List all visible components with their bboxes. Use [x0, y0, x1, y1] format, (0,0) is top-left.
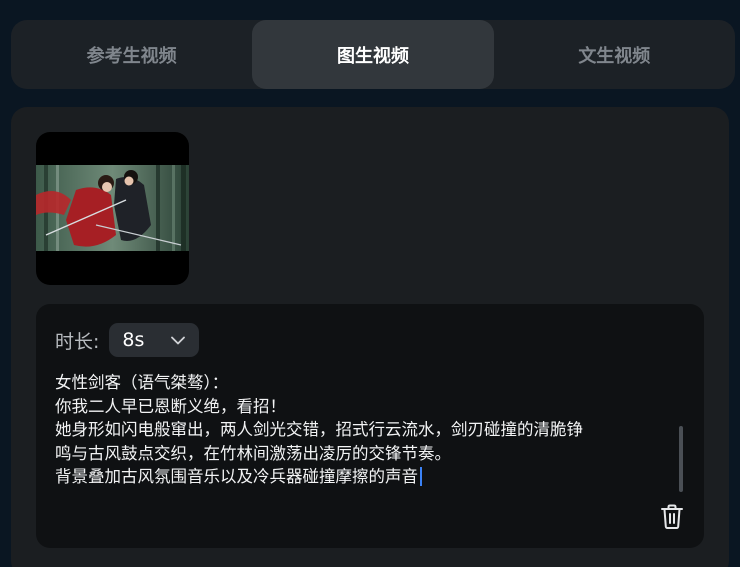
duration-select[interactable]: 8s [109, 323, 200, 357]
text-caret [420, 467, 422, 486]
mode-tabs: 参考生视频 图生视频 文生视频 [11, 20, 735, 89]
uploaded-image-preview [36, 165, 189, 251]
uploaded-image[interactable] [36, 132, 189, 285]
duration-label: 时长: [55, 330, 100, 353]
prompt-text-content: 女性剑客（语气桀骜）： 你我二人早已恩断义绝，看招！ 她身形如闪电般窜出，两人剑… [55, 373, 583, 486]
video-generation-page: 参考生视频 图生视频 文生视频 时长: 8s 女性剑客（语气桀骜）： 你我二人早… [0, 0, 740, 567]
duration-value: 8s [122, 329, 145, 351]
duration-row: 时长: 8s [55, 322, 200, 358]
prompt-textarea[interactable]: 女性剑客（语气桀骜）： 你我二人早已恩断义绝，看招！ 她身形如闪电般窜出，两人剑… [55, 371, 680, 489]
generation-panel: 时长: 8s 女性剑客（语气桀骜）： 你我二人早已恩断义绝，看招！ 她身形如闪电… [11, 107, 729, 567]
prompt-editor: 时长: 8s 女性剑客（语气桀骜）： 你我二人早已恩断义绝，看招！ 她身形如闪电… [36, 304, 704, 548]
tab-reference-video[interactable]: 参考生视频 [11, 20, 252, 89]
trash-icon [661, 504, 683, 529]
tab-text-to-video[interactable]: 文生视频 [494, 20, 735, 89]
delete-button[interactable] [660, 504, 684, 530]
prompt-scrollbar[interactable] [679, 426, 683, 492]
tab-image-to-video[interactable]: 图生视频 [252, 20, 494, 89]
chevron-down-icon [171, 336, 186, 344]
